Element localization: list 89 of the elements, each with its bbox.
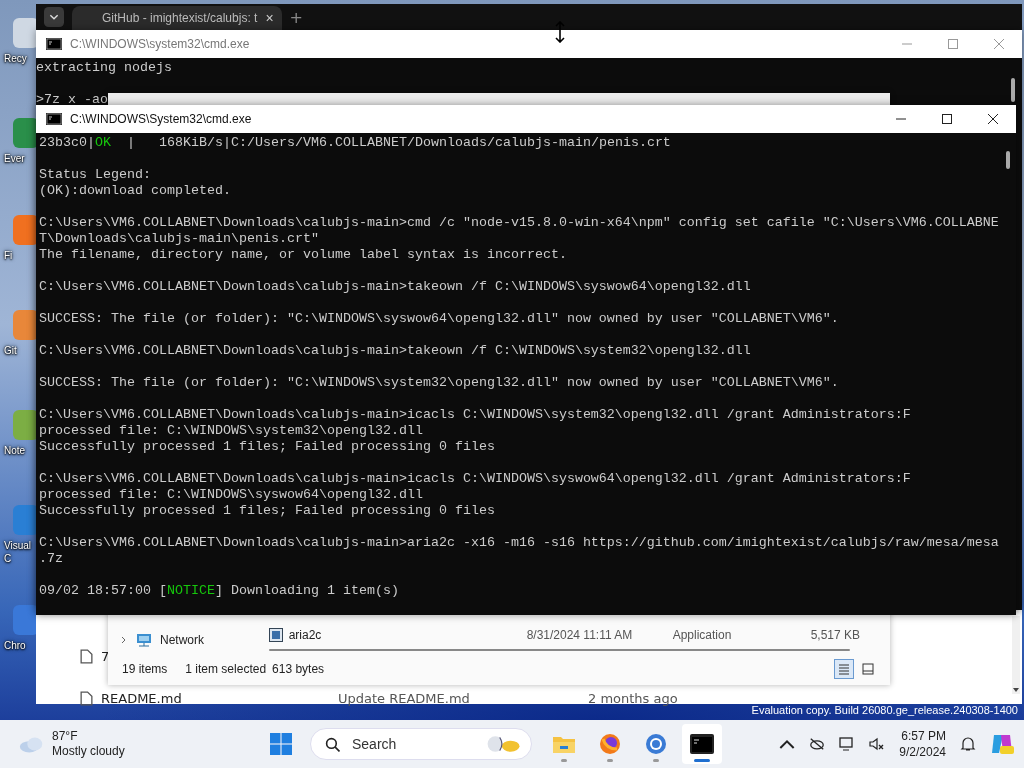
terminal-icon bbox=[690, 733, 714, 755]
fox-globe-icon bbox=[598, 733, 622, 755]
scrollbar[interactable] bbox=[1012, 616, 1020, 694]
network-status-icon[interactable] bbox=[839, 736, 856, 752]
nav-item[interactable]: Network bbox=[120, 633, 255, 647]
commit-message-link[interactable]: Update README.md bbox=[338, 690, 588, 706]
console-line: Successfully processed 1 files; Failed processing 0 files bbox=[39, 439, 495, 455]
console-line: Status Legend: bbox=[39, 167, 151, 183]
search-field[interactable]: Search bbox=[350, 735, 454, 753]
file-name: aria2c bbox=[288, 628, 323, 642]
console-icon bbox=[46, 113, 62, 125]
new-tab-button[interactable]: + bbox=[289, 8, 303, 27]
console-line: C:\Users\VM6.COLLABNET\Downloads\calubjs-main>icacls C:\WINDOWS\syswow64\opengl32.dll /grant Administrators:F bbox=[39, 471, 911, 487]
console-line: T\Downloads\calubjs-main\penis.crt" bbox=[39, 231, 319, 247]
desktop-icon-label[interactable]: Chro bbox=[4, 639, 26, 652]
console-line: C:\Users\VM6.COLLABNET\Downloads\calubjs-main>aria2c -x16 -m16 -s16 https://github.com/imightexist/calubjs/raw/mesa/mesa bbox=[39, 535, 999, 551]
scrollbar-thumb[interactable] bbox=[1011, 78, 1015, 102]
network-icon bbox=[136, 633, 152, 647]
search-bar[interactable]: Search bbox=[310, 728, 532, 760]
console-text: OK bbox=[95, 135, 111, 150]
console-line: processed file: C:\WINDOWS\system32\opengl32.dll bbox=[39, 423, 423, 439]
temperature[interactable]: 87°F bbox=[52, 729, 125, 744]
console-text: ] Downloading 1 item(s) bbox=[215, 583, 399, 598]
copilot-icon[interactable] bbox=[990, 733, 1014, 755]
window-title: C:\WINDOWS\System32\cmd.exe bbox=[70, 112, 253, 126]
console-text: NOTICE bbox=[167, 583, 215, 598]
console-text: 23b3c0| bbox=[39, 135, 95, 150]
browser-tab[interactable]: GitHub - imightexist/calubjs: t × bbox=[72, 6, 282, 30]
console-line: C:\Users\VM6.COLLABNET\Downloads\calubjs-main>cmd /c "node-v15.8.0-win-x64\npm" config set cafile "C:\Users\VM6.COLLABNE bbox=[39, 215, 999, 231]
console-line: C:\Users\VM6.COLLABNET\Downloads\calubjs-main>takeown /f C:\WINDOWS\syswow64\opengl32.dll bbox=[39, 279, 751, 295]
tab-list-button[interactable] bbox=[44, 7, 64, 27]
application-icon bbox=[268, 628, 283, 642]
commit-age: 2 months ago bbox=[588, 690, 678, 706]
desktop-icon-label[interactable]: Visual bbox=[4, 539, 32, 552]
cloud-offline-icon[interactable] bbox=[809, 736, 826, 752]
file-name-link[interactable]: README.md bbox=[101, 690, 338, 706]
preview-pane-icon bbox=[862, 663, 874, 675]
console-line: Successfully processed 1 files; Failed processing 0 files bbox=[39, 503, 495, 519]
scrollbar-thumb[interactable] bbox=[1006, 151, 1010, 169]
selection-size: 613 bytes bbox=[272, 662, 325, 676]
selection-status: 1 item selected bbox=[185, 662, 267, 676]
horizontal-scrollbar[interactable] bbox=[268, 649, 850, 651]
console-line: processed file: C:\WINDOWS\syswow64\opengl32.dll bbox=[39, 487, 423, 503]
desktop-shortcut-icon[interactable] bbox=[13, 605, 39, 635]
console-line: SUCCESS: The file (or folder): "C:\WINDOWS\syswow64\opengl32.dll" now owned by user "COLLABNET\VM6". bbox=[39, 311, 839, 327]
details-view-button[interactable] bbox=[834, 659, 854, 679]
desktop-shortcut-icon[interactable] bbox=[13, 215, 39, 245]
console-line: C:\Users\VM6.COLLABNET\Downloads\calubjs-main>icacls C:\WINDOWS\system32\opengl32.dll /grant Administrators:F bbox=[39, 407, 911, 423]
console-line: The filename, directory name, or volume label syntax is incorrect. bbox=[39, 247, 567, 263]
speaker-muted-icon[interactable] bbox=[869, 736, 886, 752]
window-title: C:\WINDOWS\system32\cmd.exe bbox=[70, 37, 251, 51]
clock-date: 9/2/2024 bbox=[899, 744, 946, 760]
console-line: C:\Users\VM6.COLLABNET\Downloads\calubjs-main>takeown /f C:\WINDOWS\system32\opengl32.dll bbox=[39, 343, 751, 359]
file-size: 5,517 KB bbox=[810, 628, 860, 642]
browser-ring-icon bbox=[644, 733, 668, 755]
console-icon bbox=[46, 38, 62, 50]
console-line: >7z x -ao bbox=[36, 92, 108, 108]
details-list-icon bbox=[838, 663, 850, 675]
search-icon bbox=[325, 736, 340, 752]
item-count: 19 items bbox=[122, 662, 168, 676]
console-text: | 168KiB/s|C:/Users/VM6.COLLABNET/Downloads/calubjs-main/penis.crt bbox=[126, 135, 671, 150]
desktop-shortcut-icon[interactable] bbox=[13, 18, 39, 48]
desktop-icon-label[interactable]: C bbox=[4, 552, 12, 565]
file-row[interactable]: aria2c 8/31/2024 11:11 AM Application 5,517 KB bbox=[268, 625, 860, 645]
console-line: (OK):download completed. bbox=[39, 183, 231, 199]
console-text: 09/02 18:57:00 [ bbox=[39, 583, 167, 598]
weather-condition[interactable]: Mostly cloudy bbox=[52, 744, 125, 759]
console-line: SUCCESS: The file (or folder): "C:\WINDOWS\system32\opengl32.dll" now owned by user "COLLABNET\VM6". bbox=[39, 375, 839, 391]
close-icon[interactable] bbox=[988, 114, 998, 124]
desktop-shortcut-icon[interactable] bbox=[13, 410, 39, 440]
collapsed-chevron-icon[interactable] bbox=[120, 636, 128, 644]
bell-icon[interactable] bbox=[960, 736, 976, 752]
file-name-link[interactable]: 7 bbox=[101, 648, 110, 664]
resize-cursor-icon bbox=[555, 21, 565, 43]
scroll-down-arrow-icon[interactable] bbox=[1013, 688, 1019, 692]
maximize-icon[interactable] bbox=[942, 114, 952, 124]
desktop-shortcut-icon[interactable] bbox=[13, 118, 39, 148]
evaluation-watermark: Evaluation copy. Build 26080.ge_release.240308-1400 bbox=[751, 704, 1018, 716]
console-line: extracting nodejs bbox=[36, 60, 172, 76]
start-button[interactable] bbox=[270, 733, 292, 755]
clock-time: 6:57 PM bbox=[901, 728, 946, 744]
desktop-shortcut-icon[interactable] bbox=[13, 310, 39, 340]
file-icon bbox=[80, 648, 93, 664]
file-type: Application bbox=[672, 628, 733, 642]
taskbar-app-button[interactable] bbox=[682, 724, 722, 764]
file-date: 8/31/2024 11:11 AM bbox=[526, 628, 634, 642]
clock[interactable]: 6:57 PM 9/2/2024 bbox=[899, 728, 946, 760]
console-line: .7z bbox=[39, 551, 63, 567]
file-icon bbox=[80, 690, 93, 706]
